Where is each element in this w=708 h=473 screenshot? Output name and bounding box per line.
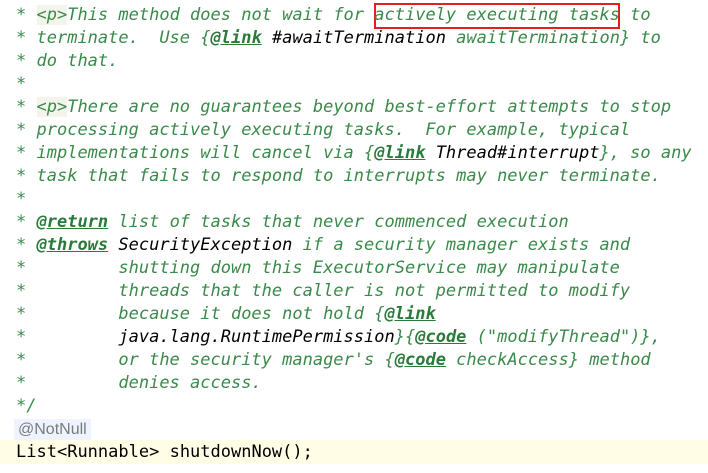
comment-text: method bbox=[579, 350, 651, 370]
comment-text: because it does not hold bbox=[36, 304, 375, 324]
comment-text: implementations will cancel via bbox=[36, 143, 365, 163]
comment-star: * bbox=[16, 281, 27, 301]
comment-star: * bbox=[16, 51, 27, 71]
comment-text: , bbox=[650, 327, 661, 347]
html-p-tag: <p> bbox=[36, 5, 68, 25]
comment-end: */ bbox=[16, 395, 36, 418]
code-tag: @code bbox=[415, 327, 467, 347]
brace-open: { bbox=[364, 143, 375, 163]
comment-text: task that fails to respond to interrupts… bbox=[36, 166, 661, 186]
method-name[interactable]: shutdownNow bbox=[159, 442, 283, 462]
comment-text: There are no guarantees beyond best-effo… bbox=[67, 97, 672, 117]
link-reference[interactable]: #awaitTermination bbox=[262, 28, 446, 48]
comment-star: * bbox=[16, 235, 27, 255]
comment-star: * bbox=[16, 327, 27, 347]
generic-open: < bbox=[56, 442, 68, 462]
comment-star: * bbox=[16, 350, 27, 370]
comment-line-16: * or the security manager's {@code check… bbox=[16, 349, 651, 372]
link-tag[interactable]: @link bbox=[211, 28, 262, 48]
method-signature-line[interactable]: List<Runnable> shutdownNow(); bbox=[0, 440, 708, 464]
comment-line-8: * task that fails to respond to interrup… bbox=[16, 165, 661, 188]
code-tag: @code bbox=[394, 350, 446, 370]
comment-star: * bbox=[16, 28, 27, 48]
brace-close: } bbox=[619, 28, 631, 48]
brace-close: } bbox=[394, 327, 405, 347]
return-type[interactable]: List bbox=[16, 442, 57, 462]
brace-close: } bbox=[599, 143, 610, 163]
comment-star: * bbox=[16, 5, 27, 25]
comment-line-2: * terminate. Use {@link #awaitTerminatio… bbox=[16, 27, 661, 50]
brace-open: { bbox=[374, 304, 385, 324]
comment-text: to bbox=[630, 28, 661, 48]
comment-line-7: * implementations will cancel via {@link… bbox=[16, 142, 692, 165]
comment-star: * bbox=[16, 120, 27, 140]
brace-close: } bbox=[568, 350, 580, 370]
comment-text: , so any bbox=[609, 143, 692, 163]
comment-star: * bbox=[16, 143, 27, 163]
comment-line-17: * denies access. bbox=[16, 372, 262, 395]
code-text: checkAccess bbox=[445, 350, 569, 370]
comment-star: * bbox=[16, 166, 27, 186]
code-text: ("modifyThread") bbox=[466, 327, 641, 347]
comment-text: shutting down this ExecutorService may m… bbox=[36, 258, 620, 278]
comment-line-1: * <p>This method does not wait for activ… bbox=[16, 4, 651, 27]
comment-line-9: * bbox=[16, 188, 26, 211]
generic-close: > bbox=[149, 442, 160, 462]
throws-tag: @throws bbox=[36, 235, 109, 255]
brace-open: { bbox=[404, 327, 416, 347]
comment-text: denies access. bbox=[36, 373, 262, 393]
brace-close: } bbox=[640, 327, 651, 347]
comment-text: do that. bbox=[36, 51, 119, 71]
comment-line-11: * @throws SecurityException if a securit… bbox=[16, 234, 630, 257]
comment-text: This method does not wait for bbox=[67, 5, 375, 25]
comment-star: * bbox=[16, 304, 27, 324]
brace-open: { bbox=[200, 28, 211, 48]
comment-text: threads that the caller is not permitted… bbox=[36, 281, 631, 301]
comment-text: processing actively executing tasks. For… bbox=[36, 120, 631, 140]
comment-line-10: * @return list of tasks that never comme… bbox=[16, 211, 569, 234]
comment-star: * bbox=[16, 97, 27, 117]
comment-line-4: * bbox=[16, 73, 26, 96]
semicolon: ; bbox=[302, 442, 313, 462]
html-p-tag: <p> bbox=[36, 97, 68, 117]
comment-star: * bbox=[16, 74, 27, 94]
link-tag[interactable]: @link bbox=[374, 143, 425, 163]
comment-star: * bbox=[16, 189, 27, 209]
comment-line-3: * do that. bbox=[16, 50, 118, 73]
comment-line-14: * because it does not hold {@link bbox=[16, 303, 436, 326]
comment-close: */ bbox=[16, 396, 37, 416]
link-reference[interactable]: java.lang.RuntimePermission bbox=[37, 327, 394, 347]
return-tag: @return bbox=[36, 212, 109, 232]
comment-star: * bbox=[16, 258, 27, 278]
brace-open: { bbox=[384, 350, 395, 370]
comment-text: awaitTermination bbox=[445, 28, 620, 48]
comment-line-6: * processing actively executing tasks. F… bbox=[16, 119, 630, 142]
generic-type[interactable]: Runnable bbox=[67, 442, 149, 462]
comment-text: to bbox=[619, 5, 651, 25]
link-reference[interactable]: Thread#interrupt bbox=[425, 143, 600, 163]
comment-text: terminate. Use bbox=[36, 28, 201, 48]
code-editor[interactable]: * <p>This method does not wait for activ… bbox=[0, 0, 708, 473]
comment-text: if a security manager exists and bbox=[292, 235, 631, 255]
highlighted-phrase: actively executing tasks bbox=[374, 5, 620, 25]
notnull-annotation[interactable]: @NotNull bbox=[14, 419, 91, 441]
comment-line-13: * threads that the caller is not permitt… bbox=[16, 280, 630, 303]
comment-line-15: * java.lang.RuntimePermission}{@code ("m… bbox=[16, 326, 661, 349]
exception-reference[interactable]: SecurityException bbox=[108, 235, 292, 255]
comment-line-5: * <p>There are no guarantees beyond best… bbox=[16, 96, 671, 119]
comment-text: list of tasks that never commenced execu… bbox=[108, 212, 569, 232]
comment-text: or the security manager's bbox=[36, 350, 385, 370]
link-tag[interactable]: @link bbox=[385, 304, 436, 324]
method-parens: () bbox=[282, 442, 303, 462]
comment-star: * bbox=[16, 373, 27, 393]
comment-star: * bbox=[16, 212, 27, 232]
comment-line-12: * shutting down this ExecutorService may… bbox=[16, 257, 620, 280]
